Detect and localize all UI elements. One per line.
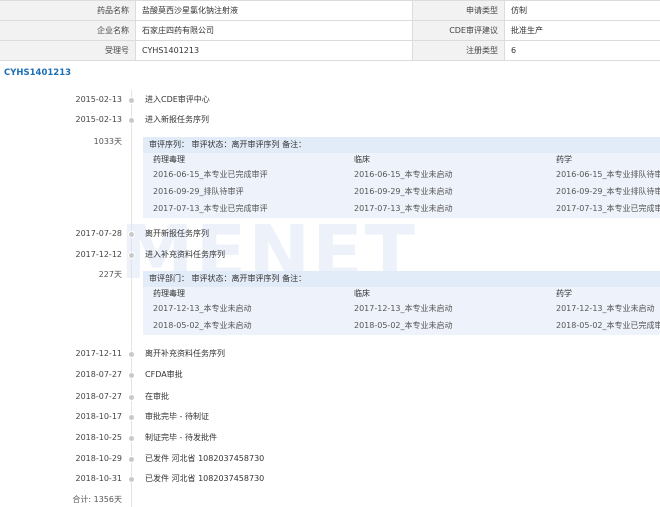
timeline-event: 2017-12-12 进入补充资料任务序列 [0, 249, 660, 261]
review-cell: 2018-05-02_本专业已完成审评 [556, 321, 660, 330]
event-date: 2015-02-13 [75, 115, 123, 124]
event-date: 2018-10-29 [75, 454, 123, 463]
event-text: 制证完毕 - 待发批件 [145, 433, 217, 442]
review-box-columns: 药理毒理 临床 药学 [143, 287, 660, 300]
timeline-event: 2015-02-13 进入CDE审评中心 [0, 94, 660, 106]
timeline-dot-icon [128, 476, 135, 483]
timeline-dot-icon [128, 97, 135, 104]
duration-label: 1033天 [93, 137, 122, 146]
event-text: 已发件 河北省 1082037458730 [145, 454, 265, 463]
event-text: 离开补充资料任务序列 [145, 349, 225, 358]
timeline-event: 2018-10-17 审批完毕 - 待制证 [0, 411, 660, 423]
review-row: 2016-09-29_排队待审评 2016-09-29_本专业未启动 2016-… [143, 183, 660, 200]
event-text: 在审批 [145, 392, 169, 401]
col-clinical: 临床 [354, 289, 370, 298]
review-cell: 2016-06-15_本专业未启动 [354, 170, 453, 179]
timeline-dot-icon [128, 351, 135, 358]
info-row-accept: 受理号 CYHS1401213 注册类型 6 [0, 41, 660, 61]
review-box-1: 审评序列： 审评状态：离开审评序列 备注： 药理毒理 临床 药学 2016-06… [143, 137, 660, 218]
timeline-event: 2018-10-31 已发件 河北省 1082037458730 [0, 473, 660, 485]
drug-name-label: 药品名称 [0, 1, 136, 20]
timeline-dot-icon [128, 252, 135, 259]
event-text: 审批完毕 - 待制证 [145, 412, 209, 421]
apply-type-label: 申请类型 [413, 1, 505, 20]
col-pharmacology: 药理毒理 [153, 289, 185, 298]
review-cell: 2016-09-29_本专业排队待审评 [556, 187, 660, 196]
event-text: 离开新报任务序列 [145, 229, 209, 238]
timeline-event: 2017-07-28 离开新报任务序列 [0, 228, 660, 240]
accept-number-label: 受理号 [0, 41, 136, 60]
review-cell: 2017-12-13_本专业未启动 [354, 304, 453, 313]
apply-type-value: 仿制 [511, 6, 527, 15]
timeline-event: 2017-12-11 离开补充资料任务序列 [0, 348, 660, 360]
timeline-dot-icon [128, 117, 135, 124]
review-box-columns: 药理毒理 临床 药学 [143, 153, 660, 166]
timeline-event: 2018-07-27 CFDA审批 [0, 369, 660, 381]
event-date: 2018-07-27 [75, 370, 123, 379]
review-cell: 2016-06-15_本专业排队待审评 [556, 170, 660, 179]
drug-info-table: 药品名称 盐酸莫西沙星氯化钠注射液 申请类型 仿制 企业名称 石家庄四药有限公司… [0, 0, 660, 61]
register-type-value: 6 [511, 46, 517, 55]
review-cell: 2016-06-15_本专业已完成审评 [153, 170, 268, 179]
company-value: 石家庄四药有限公司 [136, 21, 413, 40]
review-cell: 2017-12-13_本专业未启动 [153, 304, 252, 313]
info-row-company: 企业名称 石家庄四药有限公司 CDE审评建议 批准生产 [0, 21, 660, 41]
event-date: 2018-10-25 [75, 433, 123, 442]
event-date: 2018-10-17 [75, 412, 123, 421]
timeline-dot-icon [128, 231, 135, 238]
review-cell: 2017-12-13_本专业未启动 [556, 304, 655, 313]
event-text: CFDA审批 [145, 370, 183, 379]
timeline-event: 2015-02-13 进入新报任务序列 [0, 114, 660, 126]
timeline-line [131, 90, 132, 507]
event-date: 2015-02-13 [75, 95, 123, 104]
timeline-event: 2018-07-27 在审批 [0, 391, 660, 403]
total-duration: 合计: 1356天 [72, 495, 122, 504]
timeline-event: 2018-10-25 制证完毕 - 待发批件 [0, 432, 660, 444]
review-row: 2017-07-13_本专业已完成审评 2017-07-13_本专业未启动 20… [143, 200, 660, 217]
review-cell: 2016-09-29_本专业未启动 [354, 187, 453, 196]
event-date: 2018-07-27 [75, 392, 123, 401]
col-pharmacology: 药理毒理 [153, 155, 185, 164]
cde-suggestion-label: CDE审评建议 [413, 21, 505, 40]
info-row-drug: 药品名称 盐酸莫西沙星氯化钠注射液 申请类型 仿制 [0, 1, 660, 21]
col-pharmacy: 药学 [556, 155, 572, 164]
review-row: 2016-06-15_本专业已完成审评 2016-06-15_本专业未启动 20… [143, 166, 660, 183]
timeline-dot-icon [128, 456, 135, 463]
event-date: 2018-10-31 [75, 474, 123, 483]
event-date: 2017-12-12 [75, 250, 123, 259]
event-text: 已发件 河北省 1082037458730 [145, 474, 265, 483]
review-box-header: 审评序列： 审评状态：离开审评序列 备注： [143, 137, 660, 153]
cde-suggestion-value: 批准生产 [511, 26, 543, 35]
event-text: 进入新报任务序列 [145, 115, 209, 124]
event-text: 进入CDE审评中心 [145, 95, 210, 104]
event-date: 2017-07-28 [75, 229, 123, 238]
review-cell: 2017-07-13_本专业已完成审评 [556, 204, 660, 213]
review-cell: 2018-05-02_本专业未启动 [354, 321, 453, 330]
timeline-dot-icon [128, 372, 135, 379]
review-cell: 2016-09-29_排队待审评 [153, 187, 244, 196]
timeline-dot-icon [128, 414, 135, 421]
review-box-2: 审评部门： 审评状态：离开审评序列 备注： 药理毒理 临床 药学 2017-12… [143, 271, 660, 335]
col-clinical: 临床 [354, 155, 370, 164]
event-text: 进入补充资料任务序列 [145, 250, 225, 259]
event-date: 2017-12-11 [75, 349, 123, 358]
review-cell: 2017-07-13_本专业未启动 [354, 204, 453, 213]
register-type-label: 注册类型 [413, 41, 505, 60]
review-row: 2018-05-02_本专业未启动 2018-05-02_本专业未启动 2018… [143, 317, 660, 334]
review-box-header: 审评部门： 审评状态：离开审评序列 备注： [143, 271, 660, 287]
timeline-dot-icon [128, 435, 135, 442]
col-pharmacy: 药学 [556, 289, 572, 298]
drug-name-value: 盐酸莫西沙星氯化钠注射液 [136, 1, 413, 20]
review-cell: 2018-05-02_本专业未启动 [153, 321, 252, 330]
accept-number-value: CYHS1401213 [136, 41, 413, 60]
review-row: 2017-12-13_本专业未启动 2017-12-13_本专业未启动 2017… [143, 300, 660, 317]
timeline-dot-icon [128, 394, 135, 401]
accept-number-link[interactable]: CYHS1401213 [4, 68, 71, 78]
duration-label: 227天 [98, 270, 122, 279]
timeline-event: 2018-10-29 已发件 河北省 1082037458730 [0, 453, 660, 465]
review-cell: 2017-07-13_本专业已完成审评 [153, 204, 268, 213]
company-label: 企业名称 [0, 21, 136, 40]
